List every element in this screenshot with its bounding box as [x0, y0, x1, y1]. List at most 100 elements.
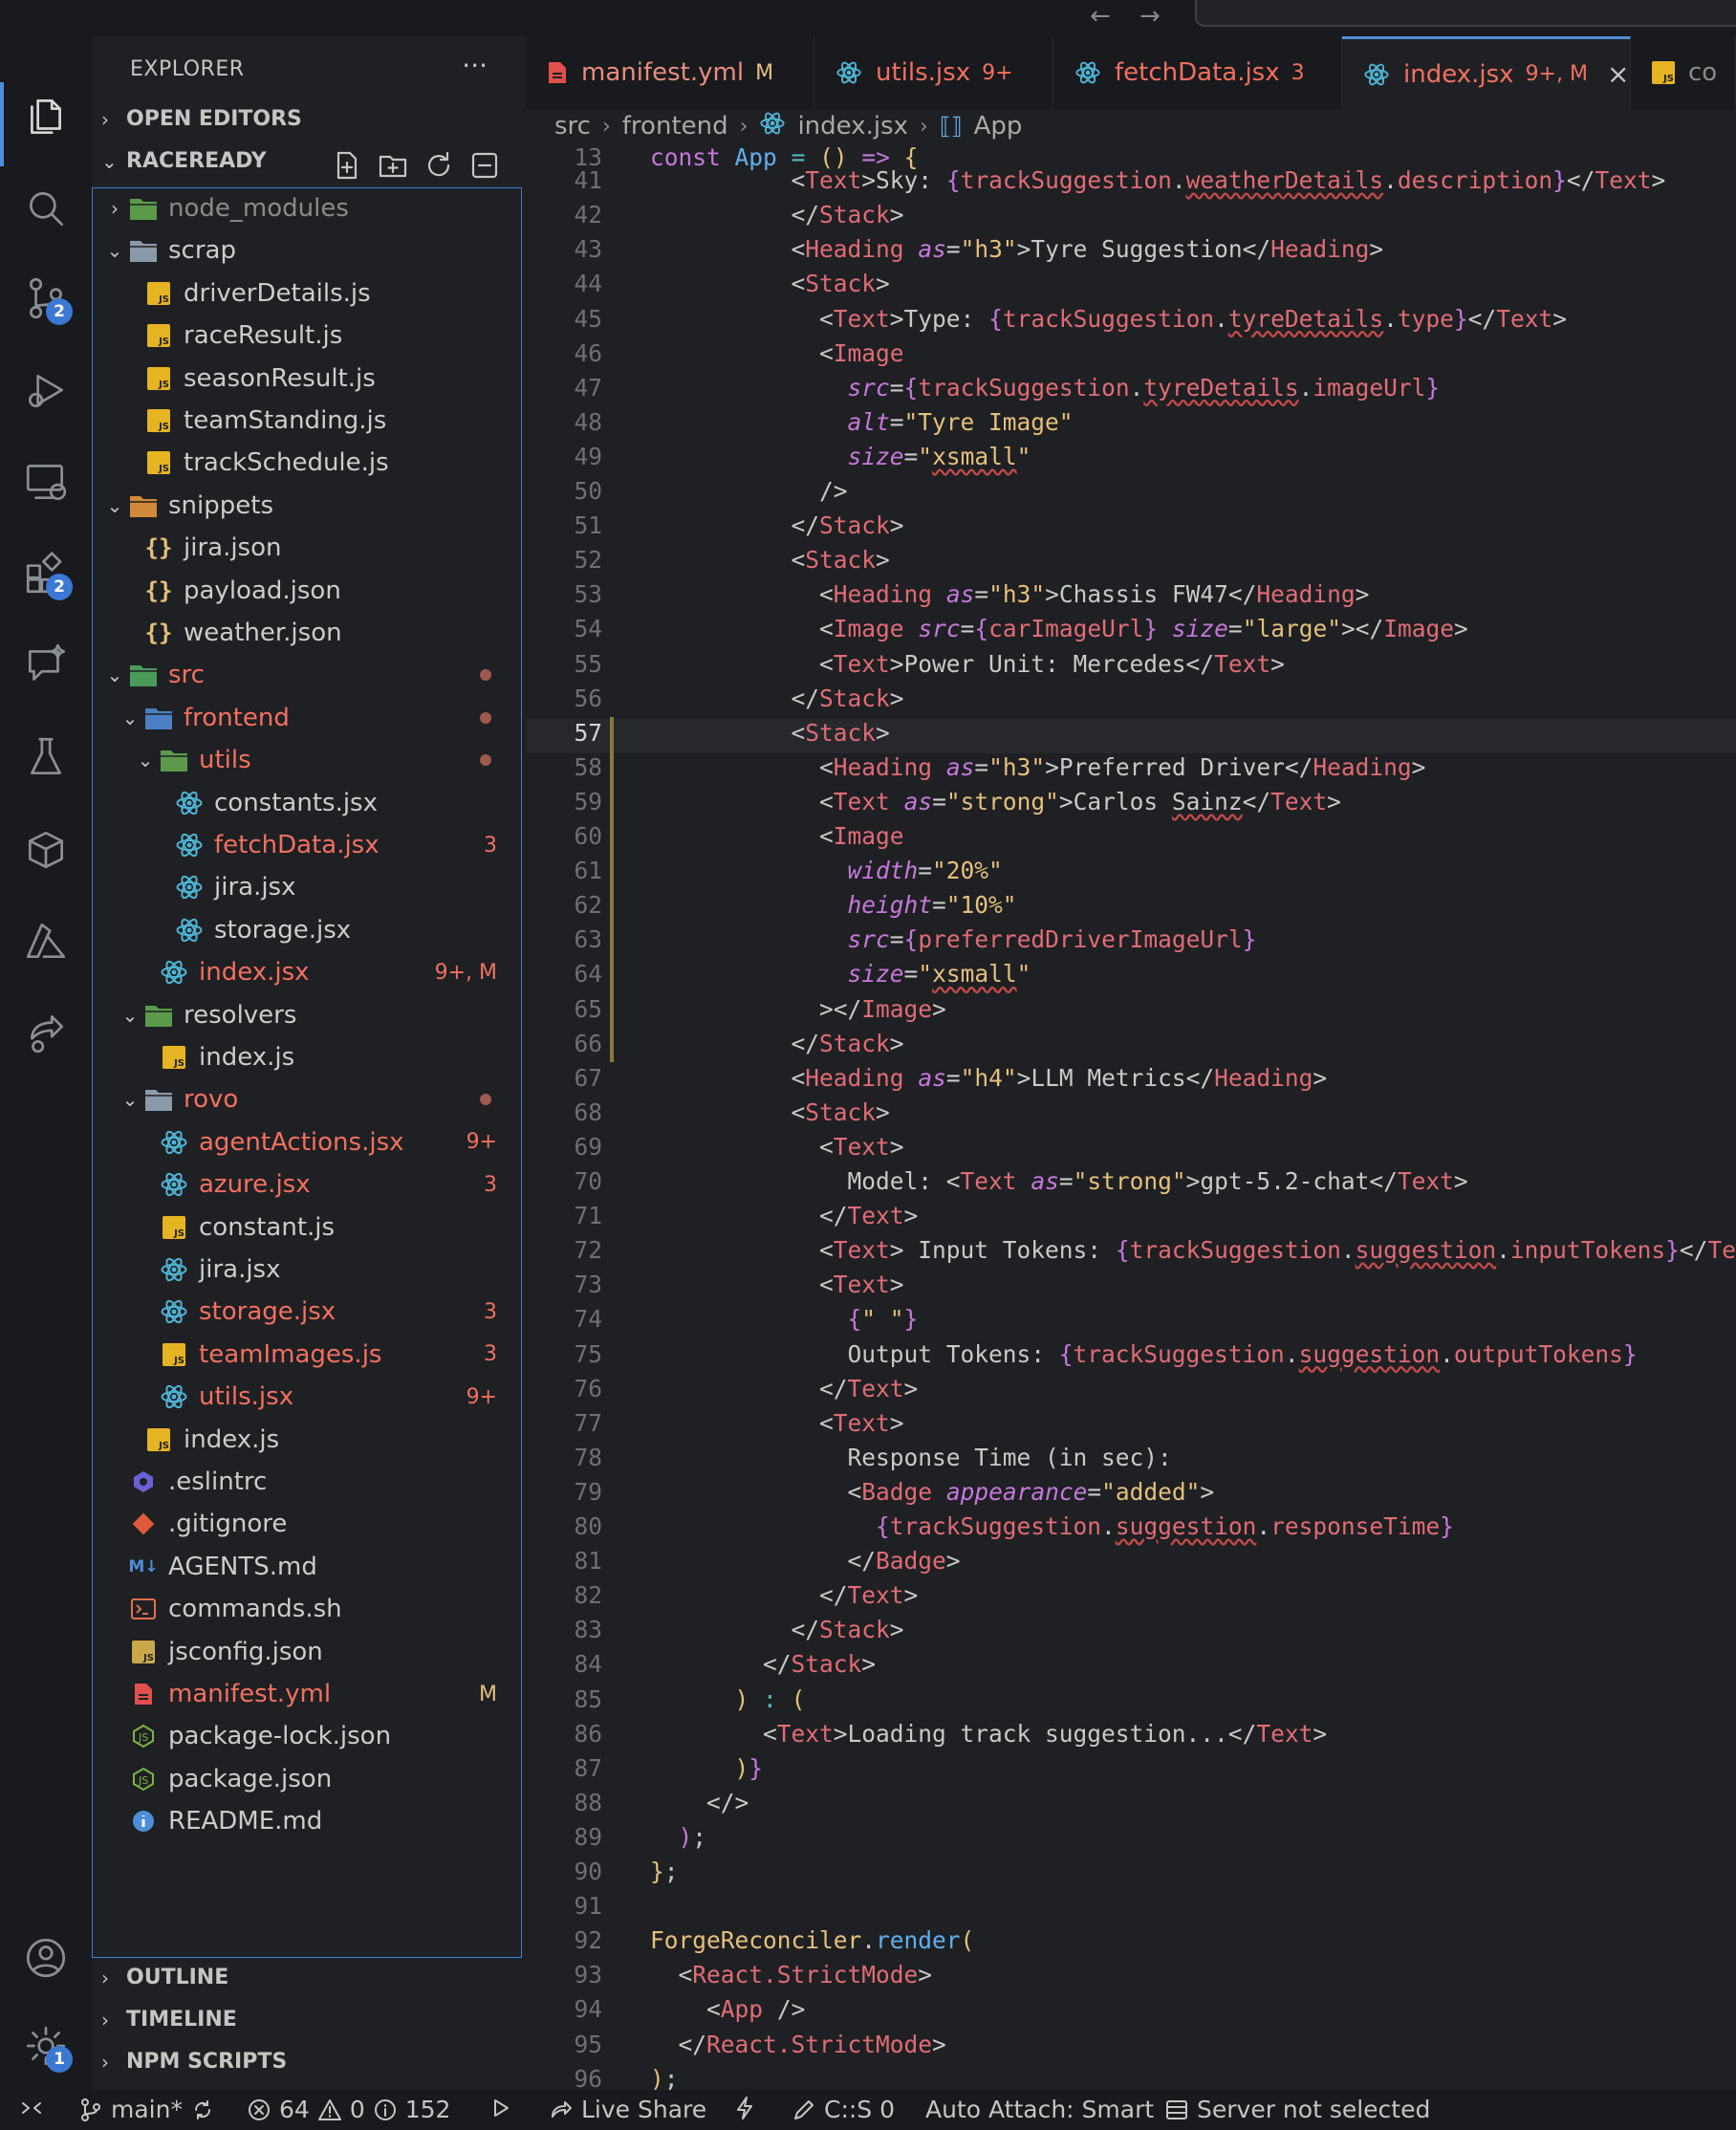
code-line[interactable]: 68 <Stack> [526, 1098, 1736, 1133]
code-line[interactable]: 42 </Stack> [526, 201, 1736, 235]
live-share-status[interactable]: Live Share [549, 2096, 706, 2123]
code-line[interactable]: 73 <Text> [526, 1271, 1736, 1305]
search-icon[interactable] [19, 182, 73, 235]
tree-item-jira-jsx[interactable]: jira.jsx [92, 866, 526, 908]
tree-item-package-lock[interactable]: JS package-lock.json [92, 1715, 526, 1757]
back-arrow-icon[interactable]: ← [1090, 2, 1111, 31]
tree-item-index-jsx[interactable]: index.jsx 9+, M [92, 951, 526, 993]
code-line[interactable]: 57 <Stack> [526, 718, 1736, 753]
code-line[interactable]: 95 </React.StrictMode> [526, 2031, 1736, 2065]
code-line[interactable]: 82 </Text> [526, 1581, 1736, 1616]
branch-status[interactable]: main* [78, 2096, 215, 2123]
code-editor[interactable]: 13 const App = () => {41 <Text>Sky: {trac… [526, 143, 1736, 2090]
code-line[interactable]: 83 </Stack> [526, 1616, 1736, 1650]
source-control-icon[interactable]: 2 [19, 272, 73, 325]
code-line[interactable]: 84 </Stack> [526, 1650, 1736, 1684]
tree-item-weather-json[interactable]: {} weather.json [92, 612, 526, 654]
code-line[interactable]: 43 <Heading as="h3">Tyre Suggestion</Hea… [526, 235, 1736, 270]
code-line[interactable]: 59 <Text as="strong">Carlos Sainz</Text> [526, 788, 1736, 822]
problems-status[interactable]: 64 0 152 [247, 2096, 450, 2123]
code-line[interactable]: 91 [526, 1892, 1736, 1926]
tree-item-agent-actions[interactable]: agentActions.jsx 9+ [92, 1121, 526, 1163]
tree-item-resolvers[interactable]: ⌄ resolvers [92, 994, 526, 1036]
code-line[interactable]: 51 </Stack> [526, 511, 1736, 546]
code-line[interactable]: 78 Response Time (in sec): [526, 1444, 1736, 1478]
tree-item-jsconfig[interactable]: jsconfig.json [92, 1631, 526, 1673]
tree-item-commands-sh[interactable]: commands.sh [92, 1588, 526, 1630]
code-line[interactable]: 71 </Text> [526, 1202, 1736, 1236]
tree-item-rovo-jira[interactable]: jira.jsx [92, 1249, 526, 1291]
tree-item-team-standing[interactable]: teamStanding.js [92, 400, 526, 442]
tree-item-frontend[interactable]: ⌄ frontend [92, 697, 526, 739]
sync-icon[interactable] [190, 2097, 215, 2122]
code-line[interactable]: 90}; [526, 1858, 1736, 1892]
tree-item-manifest[interactable]: manifest.yml M [92, 1673, 526, 1715]
tree-item-azure[interactable]: azure.jsx 3 [92, 1163, 526, 1206]
testing-flask-icon[interactable] [19, 730, 73, 784]
auto-attach-status[interactable]: Auto Attach: Smart [925, 2096, 1154, 2123]
lightning-icon[interactable] [732, 2096, 757, 2120]
extensions-icon[interactable]: 2 [19, 547, 73, 600]
workspace-section[interactable]: ⌄ RACEREADY [101, 149, 267, 173]
tree-item-rovo-storage[interactable]: storage.jsx 3 [92, 1291, 526, 1333]
breadcrumb-item[interactable]: index.jsx [797, 112, 908, 141]
account-icon[interactable] [19, 1931, 73, 1985]
tab-overflow[interactable]: co [1631, 36, 1736, 109]
code-line[interactable]: 46 <Image [526, 339, 1736, 374]
code-line[interactable]: 49 size="xsmall" [526, 443, 1736, 477]
tree-item-package-json[interactable]: JS package.json [92, 1758, 526, 1800]
tree-item-team-images[interactable]: teamImages.js 3 [92, 1334, 526, 1376]
code-line[interactable]: 77 <Text> [526, 1409, 1736, 1444]
code-line[interactable]: 53 <Heading as="h3">Chassis FW47</Headin… [526, 580, 1736, 615]
code-line[interactable]: 70 Model: <Text as="strong">gpt-5.2-chat… [526, 1167, 1736, 1202]
tab-utils[interactable]: utils.jsx 9+ [814, 36, 1053, 109]
code-line[interactable]: 45 <Text>Type: {trackSuggestion.tyreDeta… [526, 305, 1736, 339]
code-line[interactable]: 62 height="10%" [526, 891, 1736, 925]
tab-manifest[interactable]: manifest.yml M [526, 36, 814, 109]
code-line[interactable]: 65 ></Image> [526, 995, 1736, 1030]
settings-gear-icon[interactable]: 1 [19, 2019, 73, 2073]
code-line[interactable]: 55 <Text>Power Unit: Mercedes</Text> [526, 650, 1736, 685]
code-line[interactable]: 88 </> [526, 1789, 1736, 1823]
forward-arrow-icon[interactable]: → [1139, 2, 1161, 31]
cs-status[interactable]: C::S 0 [792, 2096, 895, 2123]
outline-section[interactable]: › OUTLINE [101, 1966, 228, 1989]
tree-item-snippets[interactable]: ⌄ snippets [92, 485, 526, 527]
collapse-all-icon[interactable] [468, 149, 501, 182]
command-center-search[interactable] [1195, 0, 1736, 27]
new-file-icon[interactable] [331, 149, 363, 182]
code-line[interactable]: 69 <Text> [526, 1133, 1736, 1167]
tree-item-utils[interactable]: ⌄ utils [92, 739, 526, 781]
containers-icon[interactable] [19, 822, 73, 876]
code-line[interactable]: 63 src={preferredDriverImageUrl} [526, 925, 1736, 960]
breadcrumb-item[interactable]: frontend [622, 112, 728, 141]
code-line[interactable]: 94 <App /> [526, 1995, 1736, 2030]
code-line[interactable]: 87 )} [526, 1754, 1736, 1789]
code-line[interactable]: 93 <React.StrictMode> [526, 1961, 1736, 1995]
code-line[interactable]: 96); [526, 2065, 1736, 2090]
code-line[interactable]: 52 <Stack> [526, 546, 1736, 580]
tab-index[interactable]: index.jsx 9+, M × [1342, 36, 1631, 109]
npm-scripts-section[interactable]: › NPM SCRIPTS [101, 2050, 287, 2074]
code-line[interactable]: 79 <Badge appearance="added"> [526, 1478, 1736, 1512]
code-line[interactable]: 86 <Text>Loading track suggestion...</Te… [526, 1720, 1736, 1754]
tree-item-resolvers-index[interactable]: index.js [92, 1036, 526, 1078]
tree-item-season-result[interactable]: seasonResult.js [92, 358, 526, 400]
debug-icon[interactable] [488, 2096, 512, 2120]
code-line[interactable]: 76 </Text> [526, 1375, 1736, 1409]
live-share-icon[interactable] [19, 1006, 73, 1059]
tree-item-fetch-data[interactable]: fetchData.jsx 3 [92, 824, 526, 866]
code-line[interactable]: 54 <Image src={carImageUrl} size="large"… [526, 615, 1736, 649]
server-status[interactable]: Server not selected [1164, 2096, 1430, 2123]
code-line[interactable]: 47 src={trackSuggestion.tyreDetails.imag… [526, 374, 1736, 408]
refresh-icon[interactable] [423, 149, 455, 182]
code-line[interactable]: 41 <Text>Sky: {trackSuggestion.weatherDe… [526, 166, 1736, 201]
open-editors-section[interactable]: › OPEN EDITORS [101, 107, 302, 131]
code-line[interactable]: 58 <Heading as="h3">Preferred Driver</He… [526, 753, 1736, 788]
remote-explorer-icon[interactable] [19, 455, 73, 509]
tree-item-agents-md[interactable]: M↓ AGENTS.md [92, 1546, 526, 1588]
code-line[interactable]: 67 <Heading as="h4">LLM Metrics</Heading… [526, 1064, 1736, 1098]
close-icon[interactable]: × [1607, 58, 1629, 90]
code-line[interactable]: 60 <Image [526, 822, 1736, 857]
tree-item-driver-details[interactable]: driverDetails.js [92, 272, 526, 315]
